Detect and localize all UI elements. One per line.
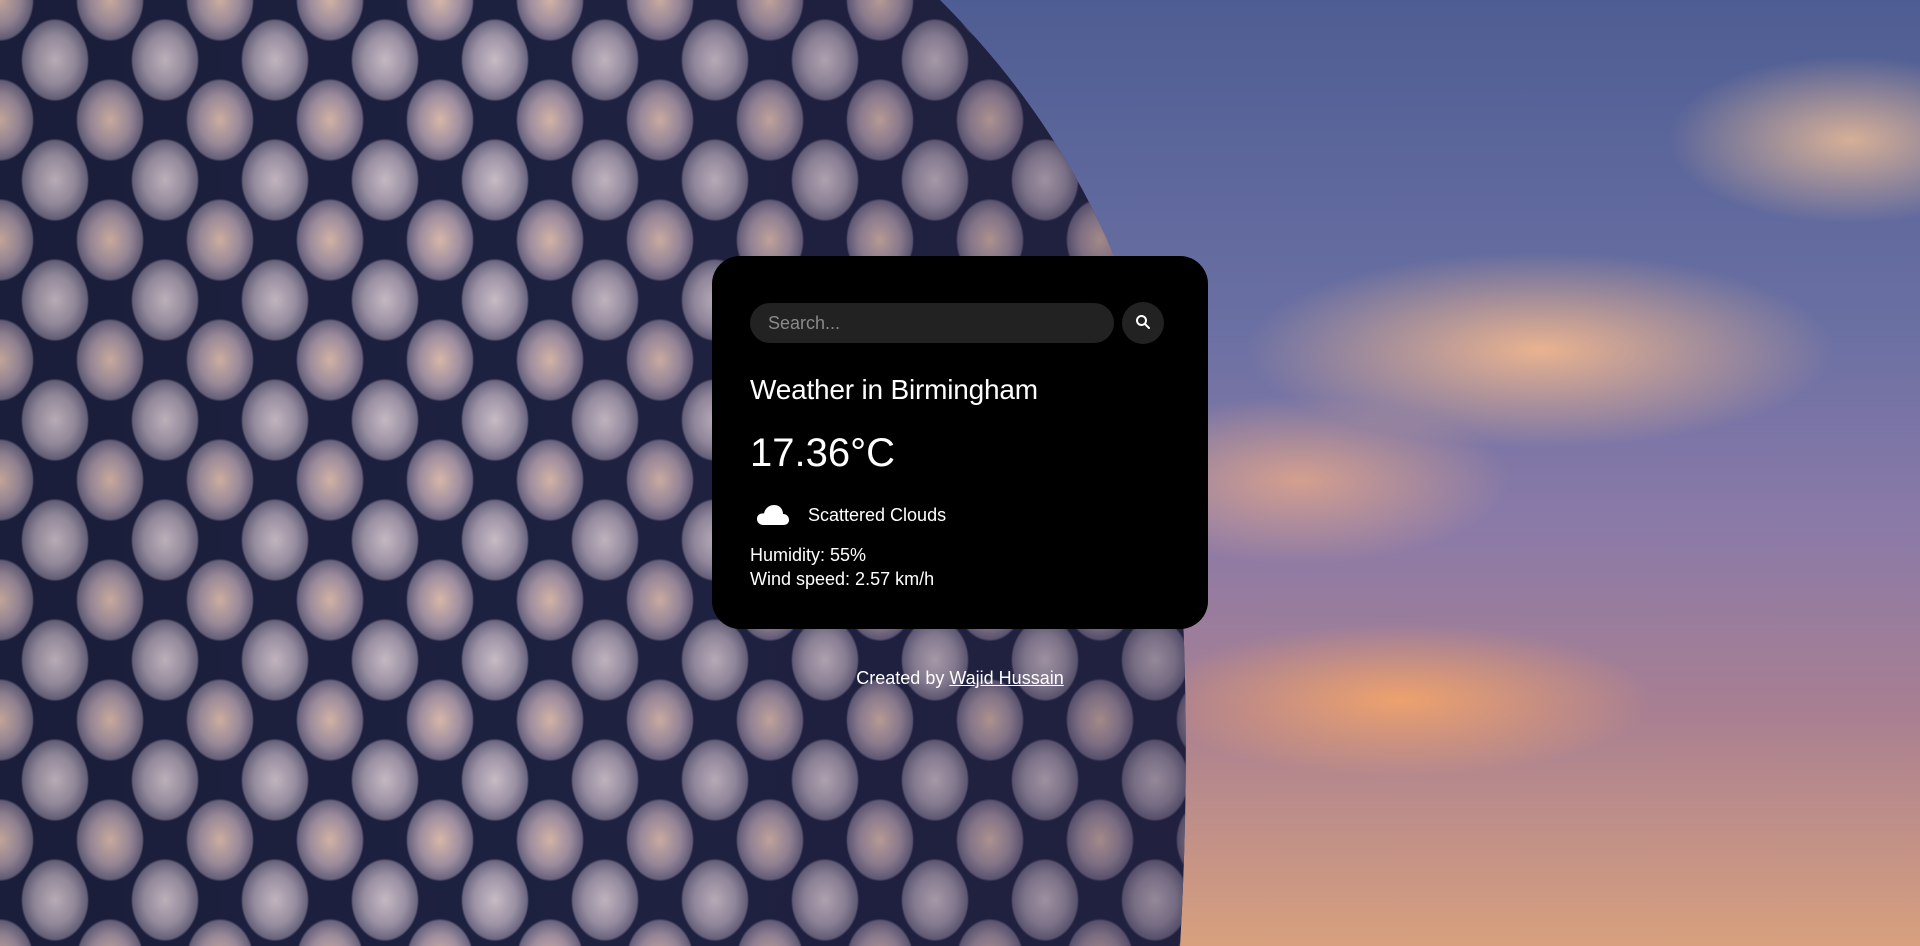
temperature-value: 17.36°C — [750, 431, 895, 475]
author-link[interactable]: Wajid Hussain — [949, 668, 1063, 688]
search-input[interactable] — [750, 303, 1114, 343]
search-button[interactable] — [1122, 302, 1164, 344]
humidity-value: Humidity: 55% — [750, 545, 867, 565]
search-icon — [1135, 314, 1151, 333]
weather-city-title: Weather in Birmingham — [750, 374, 1038, 405]
weather-card: Weather in Birmingham 17.36°C Scattered … — [712, 256, 1208, 629]
weather-description: Scattered Clouds — [808, 504, 947, 525]
footer-prefix: Created by — [856, 668, 950, 688]
search-bar — [750, 302, 1164, 344]
weather-condition: Scattered Clouds — [750, 504, 946, 526]
wind-speed-value: Wind speed: 2.57 km/h — [750, 569, 935, 589]
footer-credit: Created by Wajid Hussain — [0, 668, 1920, 689]
cloud-icon — [750, 504, 796, 526]
